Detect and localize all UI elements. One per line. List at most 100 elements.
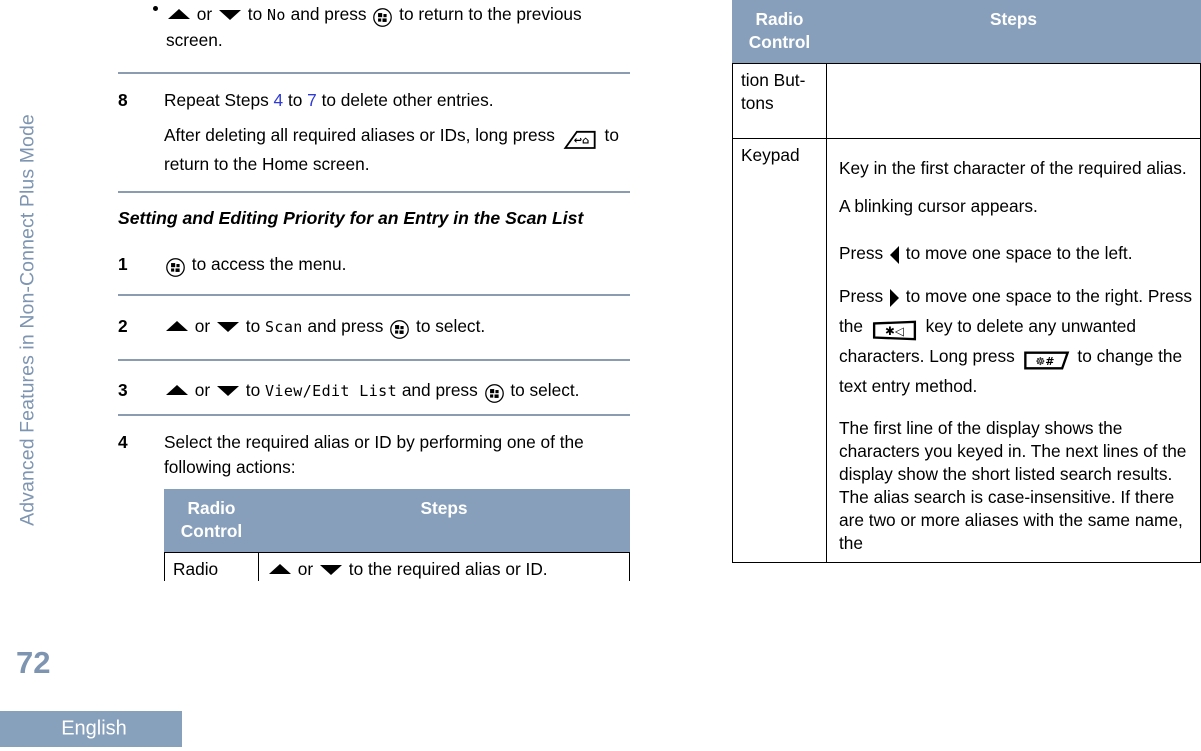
step-3-number: 3 [118,380,128,400]
up-arrow-icon [166,320,188,331]
svg-text:✱◁: ✱◁ [885,325,904,339]
table-header-steps: Steps [826,0,1201,64]
lcd-value-no: No [266,6,286,24]
left-arrow-icon [889,245,899,264]
step-1-number: 1 [118,254,128,274]
page-number: 72 [16,645,51,680]
step-8-line-2: After deleting all required aliases or I… [164,121,630,179]
press-right-text-a: Press [839,286,888,306]
step-8-xref-7[interactable]: 7 [307,90,317,110]
step-3-text-a: or [190,380,215,400]
table-cell-text-a: or [293,559,318,579]
right-text-column: Radio Control Steps tion But- tons Keypa… [732,0,1201,627]
keypad-para-3: The first line of the display shows the … [839,418,1187,553]
keypad-para-1: Key in the first character of the requir… [839,158,1187,178]
table-cell-steps: Key in the first character of the requir… [826,138,1201,563]
step-4: 4 Select the required alias or ID by per… [118,430,630,581]
step-1-text: to access the menu. [187,254,347,274]
bullet-text-b: to [242,4,267,24]
table-header-radio-control: Radio Control [732,0,827,64]
up-arrow-icon [166,384,188,395]
step-8-text-c: to delete other entries. [316,90,494,110]
hash-text-entry-key-icon: ☸# [1023,350,1070,371]
down-arrow-icon [216,321,239,332]
step-3: 3 or to View/Edit List and press to sele… [118,378,630,404]
table-cell-control: Radio Naviga- [164,552,259,581]
up-arrow-icon [168,8,190,19]
right-arrow-icon [889,288,899,307]
lcd-value-view-edit-list: View/Edit List [264,382,398,400]
table-row: tion But- tons [732,63,1201,139]
radio-control-table-right-wrapper: Radio Control Steps tion But- tons Keypa… [732,0,1201,627]
up-arrow-icon [269,563,291,574]
radio-control-table-right: Radio Control Steps tion But- tons Keypa… [732,0,1201,563]
step-3-text-d: to select. [505,380,580,400]
step-1-line: to access the menu. [164,252,630,277]
keypad-press-left: Press to move one space to the left. [839,242,1198,265]
divider [118,359,630,361]
divider [118,72,630,74]
step-2-line: or to Scan and press to select. [164,314,630,340]
language-footer: English [0,711,182,747]
step-2-number: 2 [118,316,128,336]
press-left-text-b: to move one space to the left. [900,243,1133,263]
divider [118,191,630,193]
table-row: Radio Naviga- or to the required alias o… [164,552,630,581]
table-header-radio-control: Radio Control [164,489,259,553]
lcd-value-scan: Scan [264,318,303,336]
step-8-xref-4[interactable]: 4 [274,90,284,110]
table-header-steps: Steps [258,489,630,553]
step-2-text-a: or [190,316,215,336]
step-4-intro: Select the required alias or ID by perfo… [164,432,584,477]
table-cell-control: tion But- tons [732,63,827,139]
running-head: Advanced Features in Non-Connect Plus Mo… [0,0,58,640]
menu-button-icon [484,384,504,403]
bullet-dot-icon [153,6,158,11]
left-text-column: or to No and press to return to the prev… [118,0,630,581]
step-8-text-d: After deleting all required aliases or I… [164,125,560,145]
bullet-text-a: or [192,4,217,24]
table-header-row: Radio Control Steps [732,0,1201,64]
table-cell-steps [826,63,1201,139]
down-arrow-icon [216,385,239,396]
back-home-key-icon: ↩⌂ [563,128,597,151]
star-delete-key-icon: ✱◁ [871,320,918,341]
table-cell-control: Keypad [732,138,827,563]
table-cell-steps: or to the required alias or ID. [258,552,630,581]
step-8-text-a: Repeat Steps [164,90,274,110]
table-cell-steps-line: or to the required alias or ID. [267,558,621,581]
language-label: English [61,717,127,740]
keypad-press-right: Press to move one space to the right. Pr… [839,281,1198,401]
keypad-para-2: A blinking cursor appears. [839,196,1038,216]
table-cell-text-b: to the required alias or ID. [343,559,548,579]
bullet-text-c: and press [285,4,372,24]
table-header-row: Radio Control Steps [164,489,630,553]
step-8-number: 8 [118,90,128,110]
table-row: Keypad Key in the first character of the… [732,138,1201,563]
step-8: 8 Repeat Steps 4 to 7 to delete other en… [118,88,630,179]
svg-text:↩⌂: ↩⌂ [573,136,589,147]
menu-button-icon [390,320,410,339]
step-2-text-b: to [240,316,265,336]
step-2-text-d: to select. [411,316,486,336]
menu-button-icon [373,8,393,27]
section-heading: Setting and Editing Priority for an Entr… [118,208,584,228]
divider [118,414,630,416]
press-left-text-a: Press [839,243,888,263]
radio-control-table-left-wrapper: Radio Control Steps Radio Naviga- or to … [164,489,630,581]
bullet-step: or to No and press to return to the prev… [118,0,630,66]
down-arrow-icon [319,564,342,575]
down-arrow-icon [218,9,241,20]
step-3-line: or to View/Edit List and press to select… [164,378,630,404]
step-4-number: 4 [118,432,128,452]
step-2: 2 or to Scan and press to select. [118,314,630,348]
menu-button-icon [166,258,185,277]
radio-control-table-left: Radio Control Steps Radio Naviga- or to … [164,489,630,581]
step-8-line-1: Repeat Steps 4 to 7 to delete other entr… [164,88,630,113]
step-3-text-c: and press [397,380,483,400]
running-head-label: Advanced Features in Non-Connect Plus Mo… [16,114,39,526]
step-3-text-b: to [240,380,265,400]
divider [118,294,630,296]
step-8-text-b: to [283,90,308,110]
step-2-text-c: and press [302,316,389,336]
